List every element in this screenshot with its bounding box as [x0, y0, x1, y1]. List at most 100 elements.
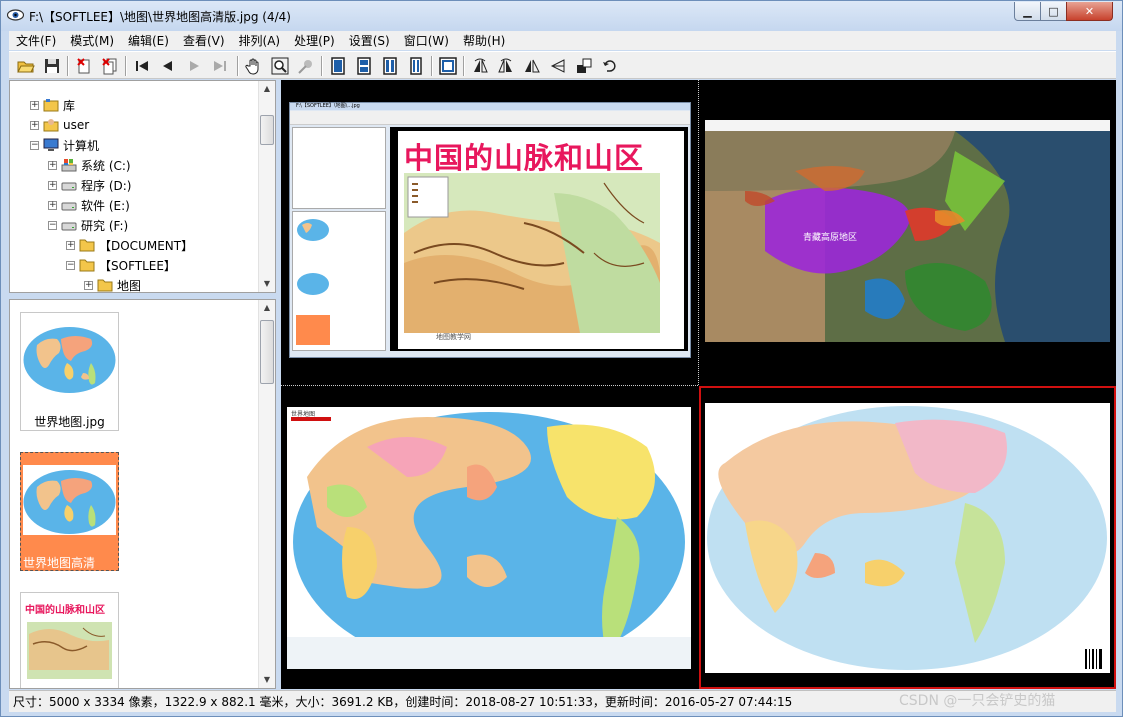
china-map-title: 中国的山脉和山区 — [404, 141, 645, 175]
toolbar-separator — [321, 56, 323, 76]
menu-window[interactable]: 窗口(W) — [397, 32, 456, 49]
layout-split-h-icon[interactable] — [353, 55, 375, 77]
viewer-cell-satellite[interactable]: 青藏高原地区 — [705, 120, 1110, 342]
hand-pan-icon[interactable] — [243, 55, 265, 77]
viewer-cell-screenshot[interactable]: F:\【SOFTLEE】\地图\...jpg 中国的山脉和山区 地图教学网 — [289, 102, 691, 358]
flip-left-icon[interactable] — [469, 55, 491, 77]
tree-scrollbar[interactable]: ▲ ▼ — [258, 81, 275, 292]
tree-item-computer[interactable]: − 计算机 — [30, 135, 99, 155]
menu-file[interactable]: 文件(F) — [9, 32, 63, 49]
collapse-icon[interactable]: − — [48, 220, 57, 230]
first-icon[interactable] — [131, 55, 153, 77]
crop-icon[interactable] — [573, 55, 595, 77]
thumbnail-item-selected[interactable]: 世界地图高清 — [20, 452, 119, 571]
tree-item-label: 【DOCUMENT】 — [99, 238, 194, 253]
title-bar[interactable]: F:\【SOFTLEE】\地图\世界地图高清版.jpg (4/4) ▁ □ ✕ — [1, 1, 1122, 31]
china-map-thumbnail-title: 中国的山脉和山区 — [25, 605, 105, 616]
scroll-thumb[interactable] — [260, 320, 274, 384]
tree-item-drive-c[interactable]: + 系统 (C:) — [48, 155, 131, 175]
previous-icon[interactable] — [157, 55, 179, 77]
menu-view[interactable]: 查看(V) — [176, 32, 232, 49]
thumbnail-scrollbar[interactable]: ▲ ▼ — [258, 300, 275, 688]
layout-columns-icon[interactable] — [405, 55, 427, 77]
library-icon — [43, 99, 59, 112]
tree-item-label: 软件 (E:) — [81, 198, 130, 213]
map-credit: 地图教学网 — [436, 333, 471, 341]
collapse-icon[interactable]: − — [66, 260, 75, 270]
world-map-hd-thumbnail — [23, 465, 116, 535]
delete-icon[interactable] — [73, 55, 95, 77]
expand-icon[interactable]: + — [66, 240, 75, 250]
delete-multiple-icon[interactable] — [99, 55, 121, 77]
tree-item-library[interactable]: + 库 — [30, 95, 75, 115]
open-folder-icon[interactable] — [15, 55, 37, 77]
menu-mode[interactable]: 模式(M) — [63, 32, 121, 49]
flip-right-icon[interactable] — [495, 55, 517, 77]
selected-cell-outline — [699, 386, 1116, 689]
tree-item-document[interactable]: + 【DOCUMENT】 — [66, 235, 193, 255]
undo-icon[interactable] — [599, 55, 621, 77]
scroll-down-icon[interactable]: ▼ — [259, 672, 275, 688]
maximize-button[interactable]: □ — [1040, 2, 1067, 21]
expand-icon[interactable]: + — [48, 160, 57, 170]
expand-icon[interactable]: + — [48, 180, 57, 190]
thumbnail-label: 世界地图高清 — [23, 556, 96, 570]
menu-edit[interactable]: 编辑(E) — [121, 32, 176, 49]
menu-help[interactable]: 帮助(H) — [456, 32, 512, 49]
folder-icon — [79, 239, 95, 252]
viewer-cell-world-pacific[interactable]: 世界地图 — [287, 407, 691, 669]
tree-item-drive-f[interactable]: − 研究 (F:) — [48, 215, 128, 235]
scroll-down-icon[interactable]: ▼ — [259, 276, 275, 292]
rotate-icon[interactable] — [547, 55, 569, 77]
tree-item-drive-d[interactable]: + 程序 (D:) — [48, 175, 131, 195]
last-icon[interactable] — [209, 55, 231, 77]
drive-icon — [61, 182, 77, 191]
tree-item-user[interactable]: + user — [30, 115, 89, 135]
drive-icon — [61, 222, 77, 231]
minimize-button[interactable]: ▁ — [1014, 2, 1041, 21]
expand-icon[interactable]: + — [84, 280, 93, 290]
expand-icon[interactable]: + — [30, 120, 39, 130]
collapse-icon[interactable]: − — [30, 140, 39, 150]
menu-process[interactable]: 处理(P) — [287, 32, 342, 49]
expand-icon[interactable]: + — [48, 200, 57, 210]
tree-item-label: 研究 (F:) — [81, 218, 129, 233]
tree-item-softlee[interactable]: − 【SOFTLEE】 — [66, 255, 176, 275]
china-topo-map — [404, 173, 660, 333]
menu-settings[interactable]: 设置(S) — [342, 32, 397, 49]
eye-app-icon — [7, 9, 24, 21]
toolbar-separator — [125, 56, 127, 76]
folder-tree: + 库 + user − 计算机 + 系统 (C:) + 程序 (D:) + 软件 (E:) − 研究 (… — [9, 80, 276, 293]
menu-arrange[interactable]: 排列(A) — [232, 32, 288, 49]
system-drive-icon — [61, 159, 77, 172]
fit-window-icon[interactable] — [437, 55, 459, 77]
world-map-pacific — [287, 412, 691, 669]
viewer-divider-vertical — [698, 80, 699, 385]
scroll-up-icon[interactable]: ▲ — [259, 300, 275, 316]
expand-icon[interactable]: + — [30, 100, 39, 110]
mirror-icon[interactable] — [521, 55, 543, 77]
tree-item-label: user — [63, 118, 90, 132]
image-viewer[interactable]: F:\【SOFTLEE】\地图\...jpg 中国的山脉和山区 地图教学网 青藏… — [281, 80, 1116, 689]
next-icon[interactable] — [183, 55, 205, 77]
zoom-icon[interactable] — [269, 55, 291, 77]
drive-icon — [61, 202, 77, 211]
tree-item-label: 程序 (D:) — [81, 178, 132, 193]
scroll-up-icon[interactable]: ▲ — [259, 81, 275, 97]
tree-item-label: 【SOFTLEE】 — [99, 258, 176, 273]
close-button[interactable]: ✕ — [1066, 2, 1113, 21]
scroll-thumb[interactable] — [260, 115, 274, 145]
tree-item-label: 地图 — [117, 278, 142, 293]
toolbar — [9, 51, 1116, 79]
layout-single-icon[interactable] — [327, 55, 349, 77]
menu-bar: 文件(F) 模式(M) 编辑(E) 查看(V) 排列(A) 处理(P) 设置(S… — [9, 31, 1116, 50]
thumbnail-item[interactable]: 世界地图.jpg — [20, 312, 119, 431]
save-icon[interactable] — [41, 55, 63, 77]
image-info-text: 尺寸：5000 x 3334 像素，1322.9 x 882.1 毫米，大小：3… — [13, 695, 793, 709]
tree-item-drive-e[interactable]: + 软件 (E:) — [48, 195, 130, 215]
tree-item-map[interactable]: + 地图 — [84, 275, 142, 293]
effect-icon[interactable] — [295, 55, 317, 77]
layout-split-v-icon[interactable] — [379, 55, 401, 77]
thumbnail-item[interactable]: 中国的山脉和山区 — [20, 592, 119, 688]
screenshot-thumb-world — [297, 219, 329, 241]
